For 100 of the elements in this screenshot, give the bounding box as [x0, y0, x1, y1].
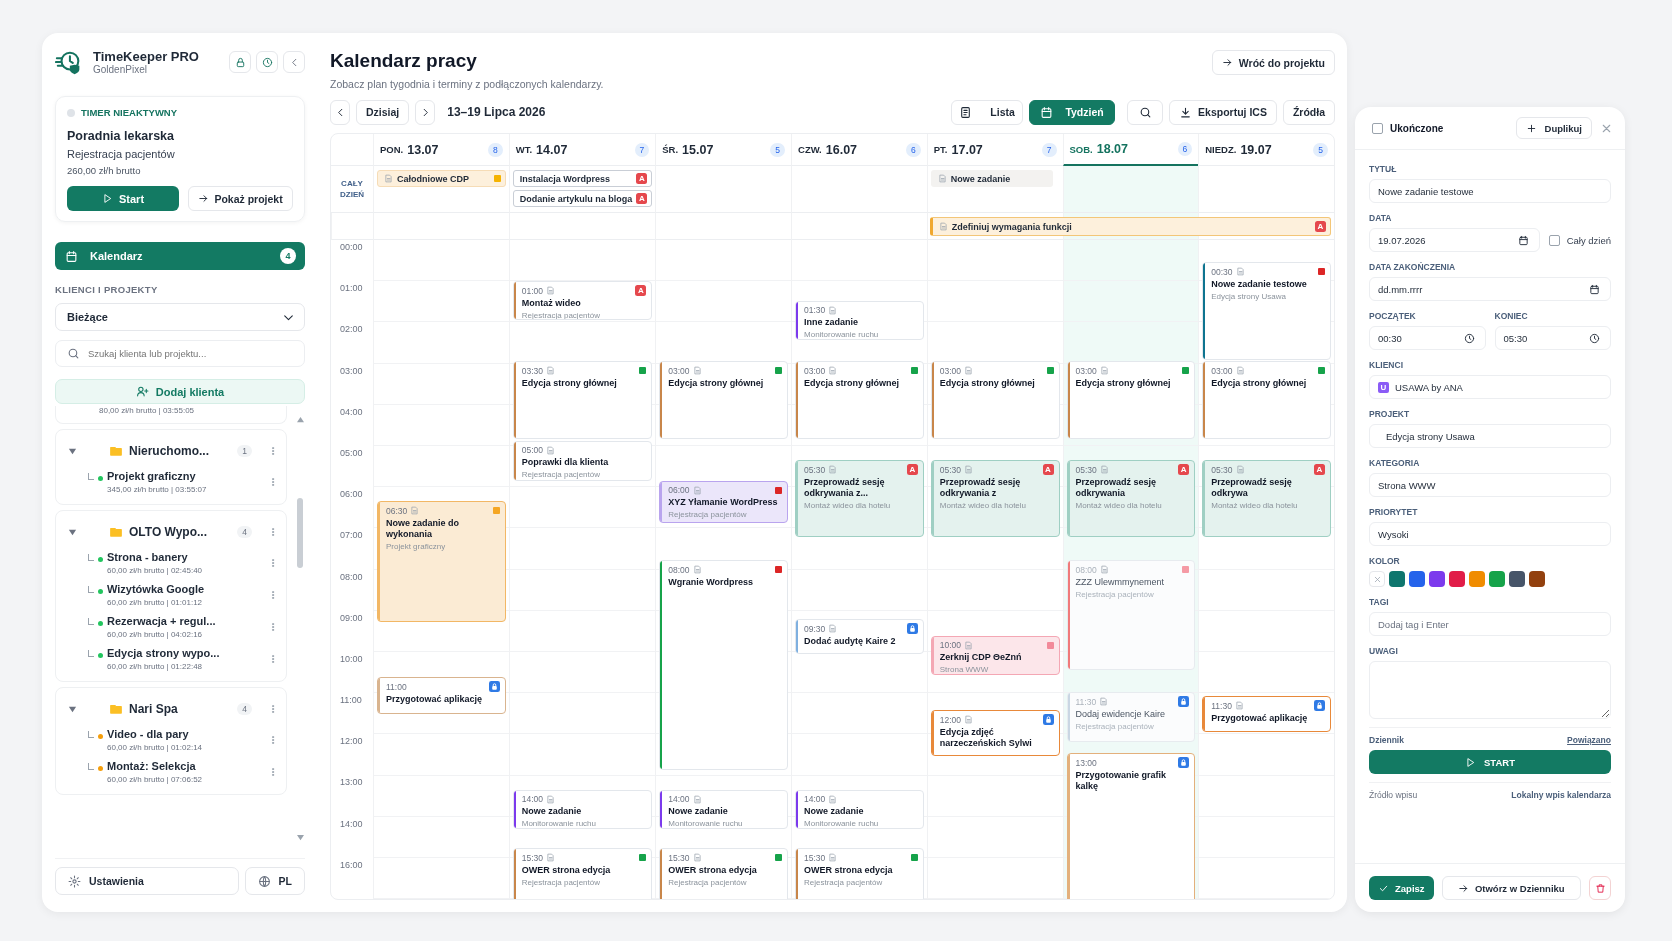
- day-header[interactable]: ŚR. 15.07 5: [655, 134, 791, 166]
- history-button[interactable]: [256, 51, 278, 73]
- settings-button[interactable]: Ustawienia: [55, 867, 239, 895]
- today-button[interactable]: Dzisiaj: [356, 99, 410, 125]
- event-card[interactable]: 13:00 Przygotowanie grafik kalkę: [1066, 753, 1196, 899]
- event-card[interactable]: 01:00 A Montaż wideo Rejestracja pacjentów: [512, 281, 653, 320]
- event-card[interactable]: 12:00 Edycja zdjęć narzeczeńskich Sylwi: [930, 710, 1060, 756]
- event-card[interactable]: 15:30 OWER strona edycja Rejestracja pacjentów: [512, 848, 653, 899]
- event-card[interactable]: 14:00 Nowe zadanie Monitorowanie ruchu: [795, 790, 924, 829]
- language-button[interactable]: PL: [244, 867, 305, 895]
- event-card[interactable]: 11:30 Dodaj ewidencje Kaire Rejestracja pacjentów: [1066, 692, 1196, 742]
- event-card[interactable]: 15:30 OWER strona edycja Rejestracja pacjentów: [795, 848, 924, 899]
- event-card[interactable]: 06:30 Nowe zadanie do wykonania Projekt graficzny: [377, 501, 506, 622]
- event-card[interactable]: 10:00 Zerknij CDP ΘeZnń Strona WWW: [930, 636, 1060, 675]
- client-field[interactable]: U USAWA by ANA: [1369, 375, 1611, 399]
- project-name[interactable]: Rezerwacja + regul...: [107, 615, 264, 627]
- project-field[interactable]: Edycja strony Usawa: [1369, 424, 1611, 448]
- event-card[interactable]: 06:00 XYZ Yłamanie WordPress Rejestracja pacjentów: [659, 481, 788, 523]
- view-tab[interactable]: Lista: [951, 99, 1024, 125]
- end-time-field[interactable]: 05:30: [1494, 326, 1611, 350]
- all-day-event[interactable]: Nowe zadanie: [930, 170, 1053, 187]
- color-swatch[interactable]: [1529, 571, 1545, 587]
- nav-item[interactable]: Kalendarz 4: [55, 242, 305, 270]
- event-card[interactable]: 08:00 Wgranie Wordpress: [659, 560, 788, 770]
- event-card[interactable]: 03:00 Edycja strony głównej: [795, 361, 924, 439]
- view-tab[interactable]: Tydzień: [1029, 99, 1116, 125]
- event-card[interactable]: 05:00 Poprawki dla klienta Rejestracja pacjentów: [512, 441, 653, 481]
- event-card[interactable]: 08:00 ZZZ Ulewmmynement Rejestracja pacjentów: [1066, 560, 1196, 670]
- color-swatch[interactable]: [1389, 571, 1405, 587]
- add-client-button[interactable]: Dodaj klienta: [55, 379, 305, 404]
- client-name[interactable]: Nieruchomo...: [129, 444, 232, 458]
- color-swatch[interactable]: [1429, 571, 1445, 587]
- day-header[interactable]: PON. 13.07 8: [373, 134, 509, 166]
- end-date-field[interactable]: dd.mm.rrrr: [1369, 277, 1611, 301]
- scroll-up-icon[interactable]: [295, 416, 305, 423]
- checkbox[interactable]: [1372, 122, 1383, 134]
- show-project-button[interactable]: Pokaż projekt: [188, 186, 293, 211]
- day-header[interactable]: SOB. 18.07 6: [1062, 134, 1199, 166]
- event-card[interactable]: 15:30 OWER strona edycja Rejestracja pacjentów: [659, 848, 788, 899]
- journal-link[interactable]: Powiązano: [1567, 735, 1611, 745]
- event-card[interactable]: 05:30 A Przeprowadź sesję odkrywania Montaż wideo dla hotelu: [1066, 460, 1196, 537]
- project-name[interactable]: Strona - banery: [107, 551, 264, 563]
- event-card[interactable]: 11:30 Przygotować aplikację: [1202, 696, 1331, 732]
- client-name[interactable]: OLTO Wypo...: [129, 525, 232, 539]
- start-time-field[interactable]: 00:30: [1369, 326, 1486, 350]
- project-name[interactable]: Wizytówka Google: [107, 583, 264, 595]
- open-journal-button[interactable]: Otwórz w Dzienniku: [1441, 876, 1581, 900]
- event-card[interactable]: 14:00 Nowe zadanie Monitorowanie ruchu: [659, 790, 788, 829]
- event-card[interactable]: 01:30 Inne zadanie Monitorowanie ruchu: [795, 301, 924, 340]
- event-card[interactable]: 14:00 Nowe zadanie Monitorowanie ruchu: [512, 790, 653, 829]
- export-button[interactable]: Eksportuj ICS: [1169, 99, 1277, 125]
- filter-dropdown[interactable]: Bieżące: [55, 303, 305, 331]
- event-card[interactable]: 03:00 Edycja strony głównej: [930, 361, 1060, 439]
- sources-button[interactable]: Źródła: [1282, 99, 1335, 125]
- day-header[interactable]: WT. 14.07 7: [508, 134, 656, 166]
- project-name[interactable]: Projekt graficzny: [107, 470, 264, 482]
- all-day-event[interactable]: Instalacja Wordpress A: [512, 170, 653, 187]
- event-card[interactable]: 05:30 A Przeprowadź sesję odkrywania z... Montaż wideo dla hotelu: [795, 460, 924, 537]
- event-card[interactable]: 03:00 Edycja strony głównej: [1066, 361, 1196, 439]
- event-card[interactable]: 03:30 Edycja strony głównej: [512, 361, 653, 439]
- event-card[interactable]: 05:30 A Przeprowadź sesję odkrywania z Montaż wideo dla hotelu: [930, 460, 1060, 537]
- all-day-event[interactable]: Całodniowe CDP: [377, 170, 506, 187]
- caret-icon[interactable]: [68, 446, 77, 456]
- day-header[interactable]: NIEDZ. 19.07 5: [1198, 134, 1334, 166]
- caret-icon[interactable]: [68, 527, 77, 537]
- notes-field[interactable]: [1369, 661, 1611, 719]
- title-field[interactable]: Nowe zadanie testowe: [1369, 179, 1611, 203]
- event-card[interactable]: 11:00 Przygotować aplikację: [377, 677, 506, 714]
- color-swatch[interactable]: [1409, 571, 1425, 587]
- category-field[interactable]: Strona WWW: [1369, 473, 1611, 497]
- caret-icon[interactable]: [68, 704, 77, 714]
- lock-button[interactable]: [229, 51, 251, 73]
- day-header[interactable]: CZW. 16.07 6: [791, 134, 927, 166]
- color-swatch[interactable]: [1469, 571, 1485, 587]
- event-card[interactable]: 00:30 Nowe zadanie testowe Edycja strony Usawa: [1202, 262, 1331, 360]
- start-button[interactable]: START: [1369, 750, 1611, 774]
- event-card[interactable]: 09:30 Dodać audytę Kaire 2: [795, 619, 924, 654]
- project-name[interactable]: Montaż: Selekcja: [107, 760, 264, 772]
- delete-button[interactable]: [1589, 876, 1611, 900]
- all-day-event[interactable]: Dodanie artykulu na bloga A: [512, 190, 653, 207]
- clear-color-button[interactable]: [1369, 571, 1385, 587]
- project-name[interactable]: Edycja strony wypo...: [107, 647, 264, 659]
- multi-day-event[interactable]: Zdefiniuj wymagania funkcji A: [929, 217, 1331, 236]
- checkbox[interactable]: [1548, 234, 1560, 246]
- date-field[interactable]: 19.07.2026: [1369, 228, 1540, 252]
- start-button[interactable]: Start: [67, 186, 180, 211]
- duplicate-button[interactable]: Duplikuj: [1515, 117, 1592, 139]
- color-swatch[interactable]: [1489, 571, 1505, 587]
- project-name[interactable]: Video - dla pary: [107, 728, 264, 740]
- priority-field[interactable]: Wysoki: [1369, 522, 1611, 546]
- search-field[interactable]: Szukaj klienta lub projektu...: [55, 340, 305, 367]
- save-button[interactable]: Zapisz: [1369, 876, 1434, 900]
- day-header[interactable]: PT. 17.07 7: [926, 134, 1063, 166]
- event-card[interactable]: 05:30 A Przeprowadź sesję odkrywa Montaż wideo dla hotelu: [1202, 460, 1331, 537]
- event-card[interactable]: 03:00 Edycja strony głównej: [1202, 361, 1331, 439]
- back-button[interactable]: Wróć do projektu: [1211, 50, 1335, 75]
- color-swatch[interactable]: [1449, 571, 1465, 587]
- client-name[interactable]: Nari Spa: [129, 702, 232, 716]
- scroll-down-icon[interactable]: [295, 834, 305, 841]
- search-button[interactable]: [1127, 99, 1164, 125]
